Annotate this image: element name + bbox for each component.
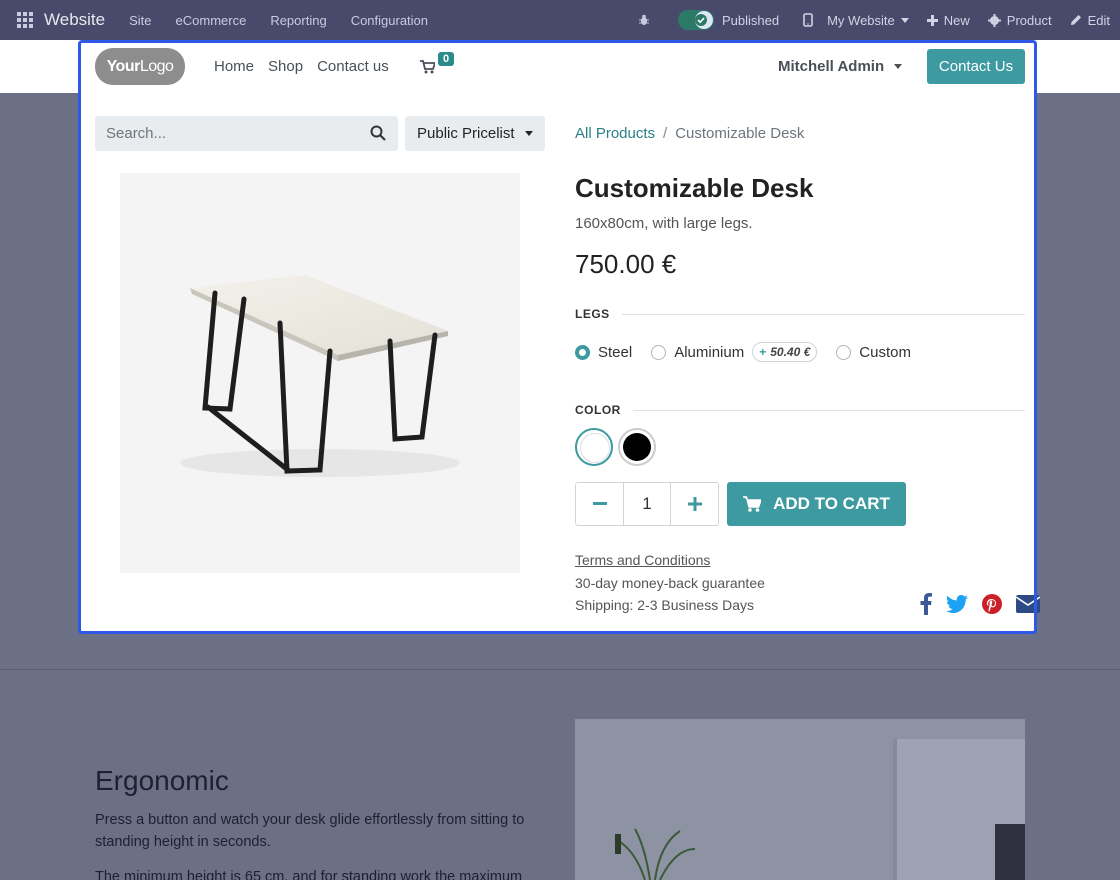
breadcrumb: All Products / Customizable Desk (575, 125, 804, 142)
breadcrumb-current: Customizable Desk (675, 125, 805, 142)
product-label: Product (1006, 12, 1052, 28)
pricelist-dropdown[interactable]: Public Pricelist (405, 116, 545, 151)
minus-icon (592, 502, 607, 505)
new-label: New (943, 12, 970, 28)
radio-custom[interactable] (836, 344, 852, 360)
radio-aluminium-label[interactable]: Aluminium (674, 344, 744, 361)
bug-icon[interactable] (638, 14, 656, 26)
heading-divider (621, 313, 1025, 315)
website-navbar: Your Logo Home Shop Contact us 0 Mitchell… (80, 40, 1035, 93)
cart-count-badge: 0 (438, 52, 455, 66)
edit-button[interactable]: Edit (1070, 13, 1110, 28)
color-swatch-white[interactable] (575, 428, 613, 466)
add-to-cart-label: ADD TO CART (773, 494, 890, 513)
contact-us-button[interactable]: Contact Us (927, 49, 1025, 84)
guarantee-text: 30-day money-back guarantee (575, 575, 765, 591)
quantity-input[interactable]: 1 (623, 483, 671, 525)
product-button[interactable]: Product (987, 12, 1052, 28)
cart-icon (743, 496, 762, 512)
legs-heading-label: LEGS (575, 307, 610, 321)
terms-link[interactable]: Terms and Conditions (575, 552, 710, 568)
pinterest-icon[interactable] (982, 594, 1002, 614)
site-logo[interactable]: Your Logo (95, 48, 185, 85)
price-extra-badge: +50.40 € (752, 342, 818, 362)
product-section: Search... Public Pricelist All Products … (80, 93, 1040, 632)
price-extra-value: 50.40 € (770, 345, 811, 359)
edit-label: Edit (1087, 12, 1110, 28)
user-menu[interactable]: Mitchell Admin (778, 58, 903, 75)
section-image[interactable] (575, 719, 1025, 880)
legs-options: Steel Aluminium +50.40 € Custom (575, 342, 911, 362)
menu-site[interactable]: Site (129, 13, 151, 28)
logo-light-text: Logo (139, 57, 174, 75)
mobile-icon (803, 13, 813, 27)
radio-steel-label[interactable]: Steel (598, 344, 632, 361)
product-description: 160x80cm, with large legs. (575, 215, 753, 232)
chevron-down-icon (524, 131, 533, 136)
product-price: 750.00 € (575, 249, 677, 279)
cart-link[interactable]: 0 (420, 52, 455, 74)
menu-reporting[interactable]: Reporting (270, 13, 326, 28)
gear-icon (987, 13, 1001, 27)
search-placeholder: Search... (106, 125, 167, 142)
color-heading: COLOR (575, 403, 1025, 417)
email-icon[interactable] (1016, 595, 1040, 613)
new-button[interactable]: New (926, 12, 970, 28)
menu-configuration[interactable]: Configuration (351, 13, 428, 28)
add-to-cart-button[interactable]: ADD TO CART (727, 482, 906, 526)
chevron-down-icon (894, 64, 903, 69)
logo-bold-text: Your (106, 57, 141, 75)
chevron-down-icon (900, 17, 909, 23)
plus-icon (926, 14, 938, 26)
nav-links: Home Shop Contact us (214, 58, 403, 75)
nav-contact[interactable]: Contact us (317, 58, 389, 75)
section-divider (0, 669, 1120, 670)
quantity-stepper: 1 (575, 482, 719, 526)
apps-menu-icon[interactable] (16, 11, 34, 29)
pencil-icon (1070, 15, 1081, 25)
section-title: Ergonomic (95, 765, 229, 796)
app-name[interactable]: Website (44, 10, 105, 30)
nav-home[interactable]: Home (214, 58, 254, 75)
twitter-icon[interactable] (946, 595, 968, 613)
menu-ecommerce[interactable]: eCommerce (176, 13, 247, 28)
radio-steel[interactable] (575, 344, 590, 360)
radio-aluminium[interactable] (651, 344, 667, 360)
breadcrumb-all-products[interactable]: All Products (575, 125, 655, 142)
section-paragraph: The minimum height is 65 cm, and for sta… (95, 869, 523, 880)
heading-divider (632, 409, 1025, 411)
nav-shop[interactable]: Shop (268, 58, 303, 75)
product-title: Customizable Desk (575, 173, 814, 203)
social-share (906, 593, 1040, 615)
color-heading-label: COLOR (575, 403, 621, 417)
cart-icon (420, 60, 435, 74)
facebook-icon[interactable] (920, 593, 932, 615)
plus-sign: + (759, 345, 767, 359)
user-name: Mitchell Admin (778, 58, 885, 75)
search-icon[interactable] (370, 125, 386, 141)
plus-icon (687, 497, 702, 511)
section-paragraph: Press a button and watch your desk glide… (95, 812, 525, 850)
my-website-dropdown[interactable]: My Website (803, 13, 909, 28)
published-label: Published (721, 12, 780, 28)
quantity-minus-button[interactable] (576, 483, 623, 525)
search-input[interactable]: Search... (95, 116, 398, 151)
admin-topbar: Website Site eCommerce Reporting Configu… (0, 0, 1120, 40)
radio-custom-label[interactable]: Custom (859, 344, 911, 361)
pricelist-label: Public Pricelist (417, 125, 515, 142)
my-website-label: My Website (827, 12, 895, 28)
color-swatch-black[interactable] (618, 428, 656, 466)
check-icon (694, 11, 713, 29)
product-image[interactable] (120, 173, 520, 573)
publish-switch[interactable] (677, 10, 714, 30)
quantity-plus-button[interactable] (671, 483, 718, 525)
shipping-text: Shipping: 2-3 Business Days (575, 597, 754, 613)
legs-heading: LEGS (575, 307, 1025, 321)
breadcrumb-separator: / (663, 125, 668, 142)
publish-toggle[interactable]: Published (677, 10, 780, 30)
